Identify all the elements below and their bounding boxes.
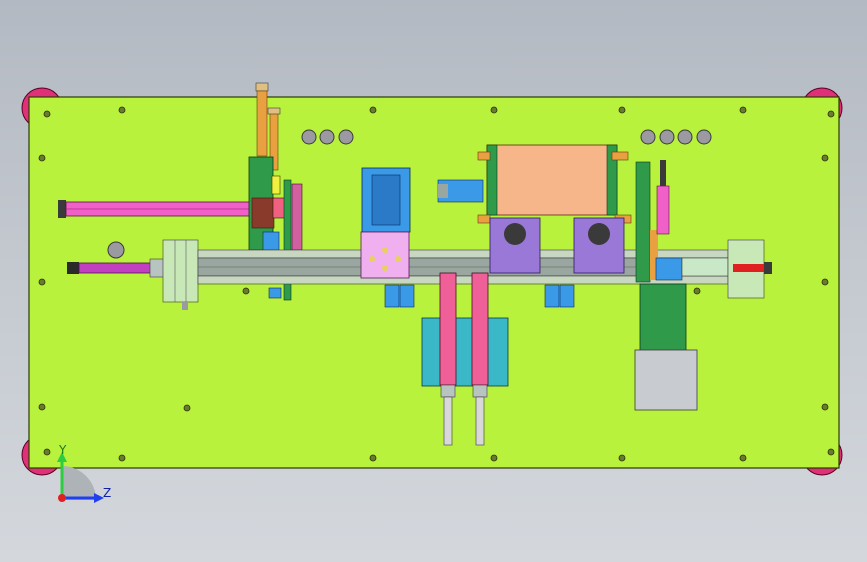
salmon-block[interactable] [486,144,618,216]
small-blue-cylinder[interactable] [437,179,484,203]
axis-z-label: Z [103,486,112,500]
cad-viewport[interactable]: Y Z [0,0,867,562]
pink-block[interactable] [360,231,410,279]
axis-y-label: Y [59,443,67,457]
cad-model[interactable] [0,0,867,562]
blue-sensor-block[interactable] [361,167,411,233]
triad-quarter-disc [62,466,96,500]
upper-left-cylinder[interactable] [58,200,253,218]
